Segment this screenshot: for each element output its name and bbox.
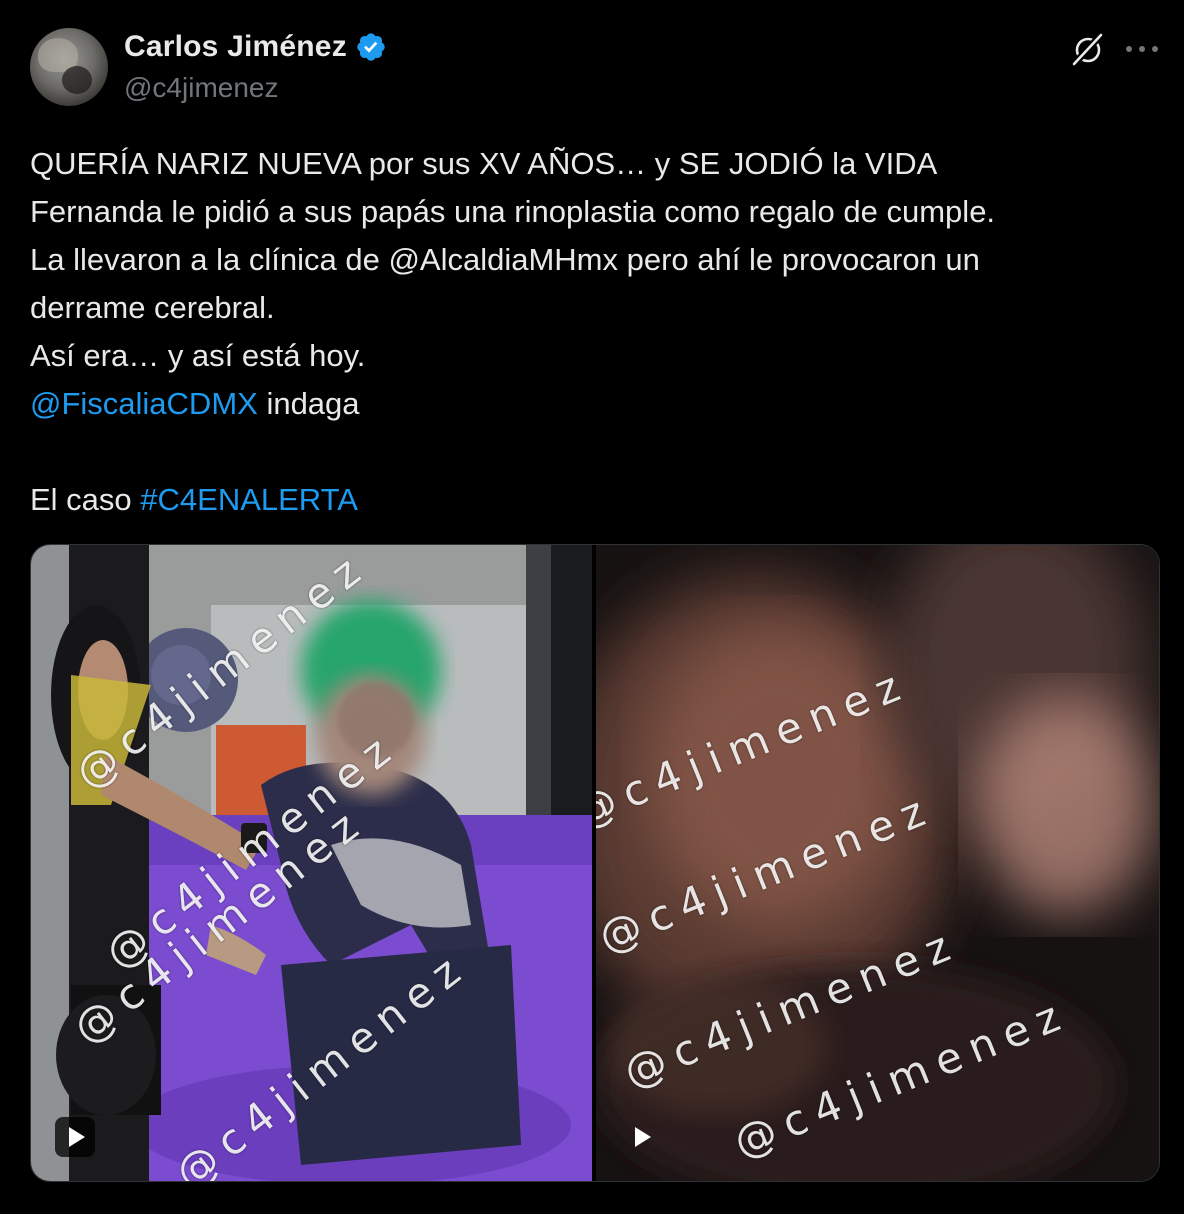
video-right[interactable]: @c4jimenez @c4jimenez @c4jimenez @c4jime… (596, 545, 1159, 1181)
play-icon (635, 1127, 651, 1147)
grok-icon[interactable] (1068, 30, 1108, 70)
tweet-line: La llevaron a la clínica de @AlcaldiaMHm… (30, 242, 980, 277)
video-left[interactable]: @c4jimenez @c4jimenez @c4jimenez @c4jime… (31, 545, 592, 1181)
avatar[interactable] (30, 28, 108, 106)
tweet-line: El caso #C4ENALERTA (30, 476, 1140, 524)
play-icon (69, 1127, 85, 1147)
tweet-line: Fernanda le pidió a sus papás una rinopl… (30, 194, 996, 229)
author-handle[interactable]: @c4jimenez (124, 72, 278, 104)
tweet-line: Así era… y así está hoy. (30, 338, 366, 373)
media-grid: @c4jimenez @c4jimenez @c4jimenez @c4jime… (30, 544, 1160, 1182)
author-row: Carlos Jiménez (124, 30, 387, 64)
play-button-right[interactable] (621, 1117, 661, 1157)
tweet-line-prefix: El caso (30, 482, 141, 517)
author-display-name[interactable]: Carlos Jiménez (124, 30, 347, 64)
tweet-line: derrame cerebral. (30, 290, 275, 325)
tweet-text: QUERÍA NARIZ NUEVA por sus XV AÑOS… y SE… (30, 140, 1140, 524)
play-button-left[interactable] (55, 1117, 95, 1157)
tweet-line: @FiscaliaCDMX indaga (30, 380, 1140, 428)
hashtag-link[interactable]: #C4ENALERTA (140, 482, 358, 517)
verified-badge-icon (357, 33, 385, 61)
tweet: Carlos Jiménez @c4jimenez QUERÍA NARIZ N… (0, 0, 1184, 1214)
tweet-line: QUERÍA NARIZ NUEVA por sus XV AÑOS… y SE… (30, 146, 938, 181)
mention-link[interactable]: @FiscaliaCDMX (30, 386, 258, 421)
more-options-icon[interactable] (1126, 36, 1158, 62)
tweet-line-rest: indaga (257, 386, 360, 421)
